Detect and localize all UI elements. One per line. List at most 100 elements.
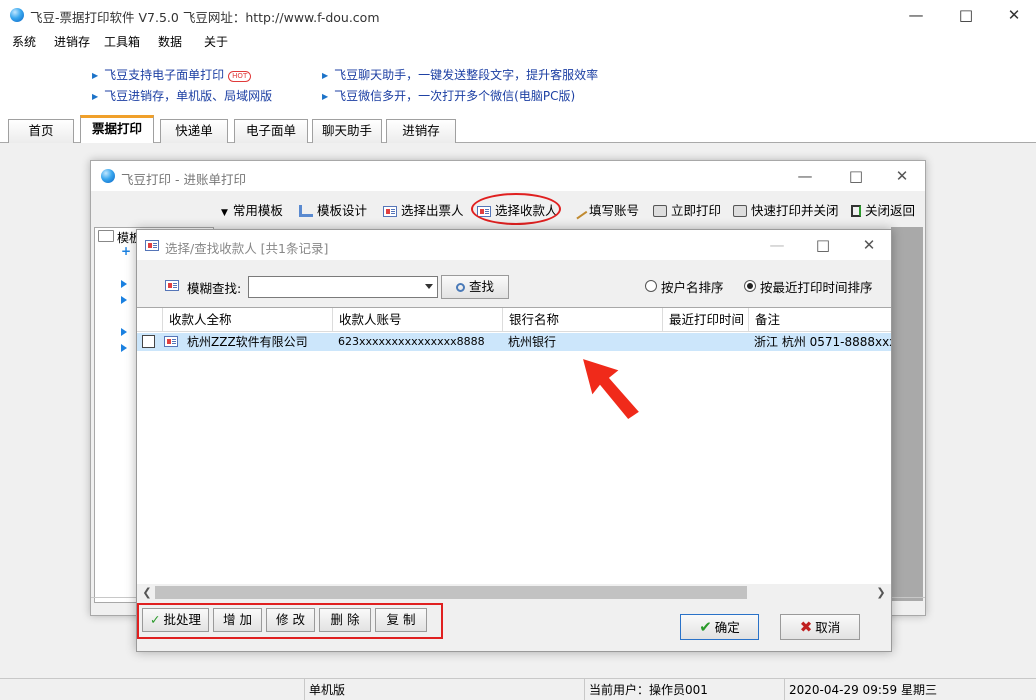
scroll-left-icon[interactable]: ❮ — [139, 585, 155, 600]
tree-item-arrow-icon[interactable] — [121, 296, 127, 304]
main-titlebar: 飞豆-票据打印软件 V7.5.0 飞豆网址：http://www.f-dou.c… — [0, 0, 1036, 30]
maximize-icon[interactable]: □ — [836, 164, 876, 188]
promo-text: 飞豆支持电子面单打印 — [104, 68, 225, 82]
main-tabs: 首页 票据打印 快递单 电子面单 聊天助手 进销存 — [0, 113, 1036, 144]
minimize-icon[interactable]: — — [896, 3, 936, 27]
print-now-button[interactable]: 立即打印 — [653, 200, 721, 219]
menu-inventory[interactable]: 进销存 — [54, 33, 90, 50]
hot-badge: HOT — [228, 71, 252, 82]
print-dialog-title: 飞豆打印 - 进账单打印 — [121, 172, 246, 187]
menu-bar: 系统 进销存 工具箱 数据 关于 — [0, 30, 1036, 52]
button-label: 查找 — [468, 279, 494, 294]
red-arrow-icon — [582, 358, 642, 422]
column-header-last-print[interactable]: 最近打印时间 — [662, 308, 748, 332]
tree-item-arrow-icon[interactable] — [121, 344, 127, 352]
promo-link-inventory[interactable]: ▶ 飞豆进销存，单机版、局域网版 — [92, 87, 272, 104]
bullet-icon: ▶ — [322, 92, 329, 101]
column-header-account[interactable]: 收款人账号 — [332, 308, 502, 332]
promo-text: 飞豆进销存，单机版、局域网版 — [104, 89, 273, 103]
ok-button[interactable]: ✔ 确定 — [680, 614, 759, 640]
close-icon[interactable]: ✕ — [882, 164, 922, 188]
design-icon — [299, 205, 313, 217]
button-label: 填写账号 — [589, 203, 640, 218]
printer-icon — [653, 205, 667, 217]
scroll-right-icon[interactable]: ❯ — [873, 585, 889, 600]
template-design-button[interactable]: 模板设计 — [299, 200, 367, 219]
minimize-icon: — — [769, 236, 785, 254]
app-logo-icon — [10, 8, 24, 22]
minimize-icon[interactable]: — — [785, 164, 825, 188]
payee-dialog-title: 选择/查找收款人 [共1条记录] — [165, 241, 329, 256]
menu-toolbox[interactable]: 工具箱 — [104, 33, 140, 50]
button-label: 常用模板 — [232, 203, 283, 218]
sort-by-name-radio[interactable] — [645, 280, 657, 292]
search-label: 模糊查找: — [187, 281, 242, 296]
payee-dialog-titlebar: 选择/查找收款人 [共1条记录] — □ ✕ — [137, 230, 891, 260]
status-user: 当前用户：操作员001 — [584, 679, 784, 700]
tab-e-waybill[interactable]: 电子面单 — [234, 119, 308, 143]
promo-link-wechat[interactable]: ▶ 飞豆微信多开，一次打开多个微信(电脑PC版) — [322, 87, 575, 104]
tab-chat-assistant[interactable]: 聊天助手 — [312, 119, 382, 143]
highlight-box — [137, 603, 443, 639]
highlight-oval — [471, 193, 561, 225]
tree-item-arrow-icon[interactable] — [121, 280, 127, 288]
select-drawer-button[interactable]: 选择出票人 — [383, 200, 464, 219]
menu-system[interactable]: 系统 — [12, 33, 36, 50]
cell-last-print — [662, 333, 748, 351]
tab-receipt-print[interactable]: 票据打印 — [80, 115, 154, 144]
promo-text: 飞豆微信多开，一次打开多个微信(电脑PC版) — [334, 89, 576, 103]
tree-item-arrow-icon[interactable] — [121, 328, 127, 336]
sort-by-recent-radio[interactable] — [744, 280, 756, 292]
status-datetime: 2020-04-29 09:59 星期三 — [784, 679, 1036, 700]
app-logo-icon — [101, 169, 115, 183]
chevron-down-icon[interactable] — [425, 284, 433, 289]
scroll-thumb[interactable] — [155, 586, 747, 599]
close-icon[interactable]: ✕ — [849, 233, 889, 257]
close-return-button[interactable]: 关闭返回 — [851, 200, 915, 219]
maximize-icon[interactable]: □ — [946, 3, 986, 27]
promo-link-eorder[interactable]: ▶ 飞豆支持电子面单打印 HOT — [92, 66, 252, 83]
card-icon — [165, 280, 179, 291]
preview-area — [891, 227, 923, 601]
button-label: 取消 — [815, 620, 841, 635]
print-dialog-titlebar: 飞豆打印 - 进账单打印 — □ ✕ — [91, 161, 925, 191]
cell-name: 杭州ZZZ软件有限公司 — [187, 335, 308, 349]
bullet-icon: ▶ — [92, 71, 99, 80]
check-icon: ✔ — [699, 618, 712, 636]
table-row[interactable]: 杭州ZZZ软件有限公司 623xxxxxxxxxxxxxxx8888 杭州银行 … — [137, 333, 891, 351]
common-template-button[interactable]: ▼ 常用模板 — [221, 200, 283, 219]
column-header-name[interactable]: 收款人全称 — [162, 308, 334, 332]
expand-plus-icon[interactable]: + — [121, 244, 131, 258]
tab-home[interactable]: 首页 — [8, 119, 74, 143]
row-checkbox[interactable] — [142, 335, 155, 348]
tab-express[interactable]: 快递单 — [160, 119, 228, 143]
tab-inventory[interactable]: 进销存 — [386, 119, 456, 143]
sort-by-name-label[interactable]: 按户名排序 — [661, 277, 724, 296]
search-combobox[interactable] — [248, 276, 438, 298]
sort-by-recent-label[interactable]: 按最近打印时间排序 — [760, 277, 873, 296]
horizontal-scrollbar[interactable]: ❮ ❯ — [137, 584, 891, 601]
printer-icon — [733, 205, 747, 217]
cross-icon: ✖ — [799, 618, 813, 636]
column-header-note[interactable]: 备注 — [748, 308, 891, 332]
maximize-icon[interactable]: □ — [803, 233, 843, 257]
cancel-button[interactable]: ✖ 取消 — [780, 614, 860, 640]
pencil-icon — [570, 202, 588, 220]
payee-table[interactable]: 收款人全称 收款人账号 银行名称 最近打印时间 备注 杭州ZZZ软件有限公司 6… — [137, 307, 891, 601]
search-button[interactable]: 查找 — [441, 275, 509, 299]
quick-print-close-button[interactable]: 快速打印并关闭 — [733, 200, 839, 219]
bullet-icon: ▶ — [322, 71, 329, 80]
promo-link-chat[interactable]: ▶ 飞豆聊天助手，一键发送整段文字，提升客服效率 — [322, 66, 598, 83]
close-icon[interactable]: ✕ — [994, 3, 1034, 27]
button-label: 快速打印并关闭 — [751, 203, 839, 218]
folder-icon — [98, 230, 114, 242]
menu-data[interactable]: 数据 — [158, 33, 182, 50]
fill-account-button[interactable]: 填写账号 — [570, 200, 640, 220]
card-icon — [145, 240, 159, 251]
card-icon — [383, 206, 397, 217]
button-label: 模板设计 — [317, 203, 368, 218]
menu-about[interactable]: 关于 — [204, 33, 228, 50]
column-header-bank[interactable]: 银行名称 — [502, 308, 662, 332]
main-window-title: 飞豆-票据打印软件 V7.5.0 飞豆网址：http://www.f-dou.c… — [30, 10, 380, 25]
payee-dialog: 选择/查找收款人 [共1条记录] — □ ✕ 模糊查找: 查找 按户名排序 按最… — [136, 229, 892, 652]
